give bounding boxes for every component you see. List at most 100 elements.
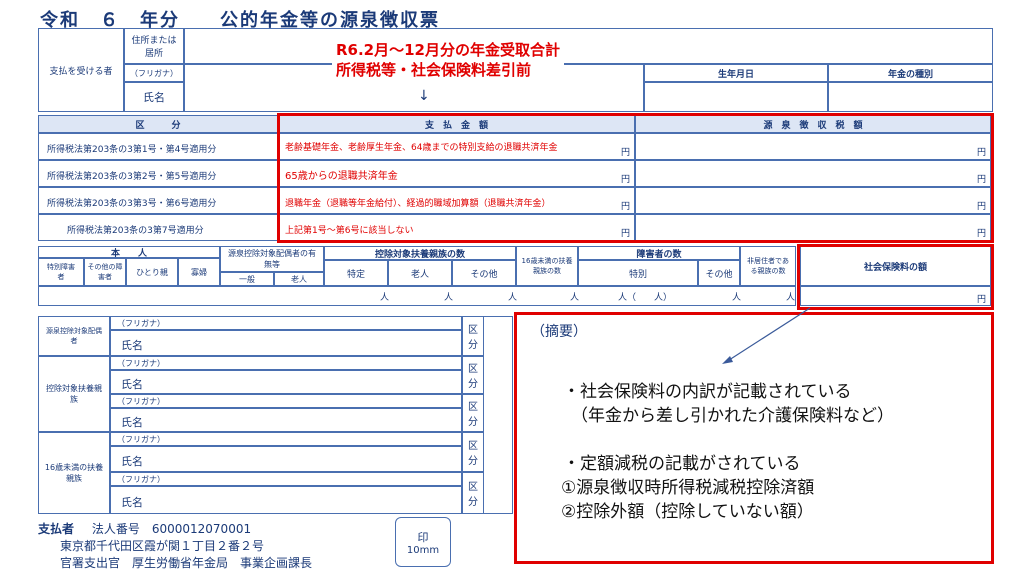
payer-officer: 官署支出官 厚生労働省年金局 事業企画課長 xyxy=(60,556,313,570)
seal-label: 印 xyxy=(417,530,429,544)
name-cell: 氏名 xyxy=(110,370,462,394)
pointer-arrow-icon xyxy=(722,307,811,364)
rojin2-label: 老人 xyxy=(410,269,429,280)
annotation-line1: R6.2月～12月分の年金受取合計 xyxy=(336,41,560,59)
under16-header: 16歳未満の扶養親族の数 xyxy=(516,246,578,286)
address-label-cell: 住所または居所 xyxy=(124,28,184,64)
summary-bullet1-sub: （年金から差し引かれた介護保険料など） xyxy=(571,406,894,426)
payee-name-label: 氏名 xyxy=(143,91,165,104)
under16-label: 16歳未満の扶養親族の数 xyxy=(521,257,573,275)
tokubetsu2-label: 特別 xyxy=(628,269,647,280)
furigana-cell: （フリガナ） xyxy=(110,432,462,446)
seal-box: 印 10mm xyxy=(395,517,451,567)
name-cell: 氏名 xyxy=(110,446,462,472)
kafu-label: 寡婦 xyxy=(191,267,207,277)
hitorioya-header: ひとり親 xyxy=(126,258,178,286)
summary-bullet2-a: ①源泉徴収時所得税減税控除済額 xyxy=(561,478,815,498)
summary-bullet2: ・定額減税の記載がされている xyxy=(563,454,801,474)
tokutei-unit: 人 xyxy=(380,293,390,303)
rojin-label: 老人 xyxy=(291,274,307,284)
kubun-label: 区分 xyxy=(468,402,478,428)
row3-label: 所得税法第203条の3第3号・第6号適用分 xyxy=(47,199,217,209)
row3-label-cell: 所得税法第203条の3第3号・第6号適用分 xyxy=(38,187,278,214)
sonota-shogai-header: その他の障害者 xyxy=(84,258,126,286)
furigana-label: （フリガナ） xyxy=(117,397,165,406)
payee-furigana-cell: （フリガナ） xyxy=(124,64,184,82)
furigana-cell: （フリガナ） xyxy=(110,356,462,370)
kubun-cell: 区分 xyxy=(462,356,484,394)
pension-type-field xyxy=(828,82,993,112)
rojin-header: 老人 xyxy=(274,272,324,286)
name-label: 氏名 xyxy=(121,339,143,352)
kubun-header-label: 区 分 xyxy=(135,120,181,131)
under16-section-label: 16歳未満の扶養親族 xyxy=(44,463,104,483)
shogai-label: 障害者の数 xyxy=(636,249,682,260)
pension-type-label-cell: 年金の種別 xyxy=(828,64,993,82)
fuyo-header: 控除対象扶養親族の数 xyxy=(324,246,516,260)
payee-label: 支払を受ける者 xyxy=(49,66,113,77)
sonota-shogai-label: その他の障害者 xyxy=(87,263,123,281)
address-label: 住所または居所 xyxy=(131,36,177,59)
kubun-cell: 区分 xyxy=(462,472,484,514)
payee-name-cell: 氏名 xyxy=(124,82,184,112)
birth-label: 生年月日 xyxy=(717,69,754,80)
row2-label-cell: 所得税法第203条の3第2号・第5号適用分 xyxy=(38,160,278,187)
furigana-label: （フリガナ） xyxy=(117,319,165,328)
kubun-label: 区分 xyxy=(468,482,478,508)
sonota2-header: その他 xyxy=(452,260,516,286)
highlight-shakai xyxy=(797,244,994,310)
name-cell: 氏名 xyxy=(110,408,462,432)
row2-label: 所得税法第203条の3第2号・第5号適用分 xyxy=(47,172,217,182)
rojin2-unit: 人 xyxy=(444,293,454,303)
kubun-header: 区 分 xyxy=(38,115,278,133)
furigana-cell: （フリガナ） xyxy=(110,316,462,330)
address-field xyxy=(184,28,993,64)
pension-type-label: 年金の種別 xyxy=(887,69,933,80)
tokubetsu-label: 特別障害者 xyxy=(47,263,75,281)
fuyo-label: 控除対象扶養親族の数 xyxy=(374,249,465,260)
furigana-label: （フリガナ） xyxy=(117,435,165,444)
hitorioya-label: ひとり親 xyxy=(136,267,168,277)
furigana-cell: （フリガナ） xyxy=(110,472,462,486)
hikyoju-header: 非居住者である親族の数 xyxy=(740,246,796,286)
spouse-section-label: 源泉控除対象配偶者 xyxy=(46,327,102,345)
kubun-label: 区分 xyxy=(468,364,478,390)
furigana-label: （フリガナ） xyxy=(117,475,165,484)
ippan-label: 一般 xyxy=(239,274,255,284)
under16-unit: 人 xyxy=(570,293,580,303)
tokubetsu2-header: 特別 xyxy=(578,260,698,286)
name-label: 氏名 xyxy=(121,455,143,468)
payer-line1: 支払者 法人番号 6000012070001 xyxy=(38,520,251,537)
honnin-label: 本 人 xyxy=(110,248,147,259)
birth-field xyxy=(644,82,828,112)
name-label: 氏名 xyxy=(121,416,143,429)
summary-title: （摘要） xyxy=(531,324,587,340)
kubun-label: 区分 xyxy=(468,325,478,351)
summary-bullet1: ・社会保険料の内訳が記載されている xyxy=(563,382,852,402)
sonota2-label: その他 xyxy=(470,269,498,280)
sonota3-label: その他 xyxy=(705,269,733,280)
deps-value-row xyxy=(38,286,796,306)
name-cell: 氏名 xyxy=(110,486,462,514)
name-label: 氏名 xyxy=(121,378,143,391)
tokubetsu2-unit: 人（ 人） xyxy=(618,293,673,303)
spouse-header: 源泉控除対象配偶者の有無等 xyxy=(220,246,324,272)
honnin-header: 本 人 xyxy=(38,246,220,259)
kubun-cell: 区分 xyxy=(462,394,484,432)
payer-label: 支払者 xyxy=(38,522,75,536)
birth-label-cell: 生年月日 xyxy=(644,64,828,82)
tokubetsu-header: 特別障害者 xyxy=(38,258,84,286)
highlight-payment-table xyxy=(277,113,994,243)
row1-label: 所得税法第203条の3第1号・第4号適用分 xyxy=(47,145,217,155)
seal-size: 10mm xyxy=(406,544,440,556)
sonota3-header: その他 xyxy=(698,260,740,286)
name-label: 氏名 xyxy=(121,496,143,509)
row4-label-cell: 所得税法第203条の3第7号適用分 xyxy=(38,214,278,241)
sonota2-unit: 人 xyxy=(508,293,518,303)
payer-address: 東京都千代田区霞が関１丁目２番２号 xyxy=(60,539,265,553)
payee-furigana-label: （フリガナ） xyxy=(130,68,178,78)
shogai-header: 障害者の数 xyxy=(578,246,740,260)
annotation-line2: 所得税等・社会保険料差引前 xyxy=(336,61,532,79)
under16-section-label-cell: 16歳未満の扶養親族 xyxy=(38,432,110,514)
annotation-arrow-icon: ↓ xyxy=(418,88,430,104)
